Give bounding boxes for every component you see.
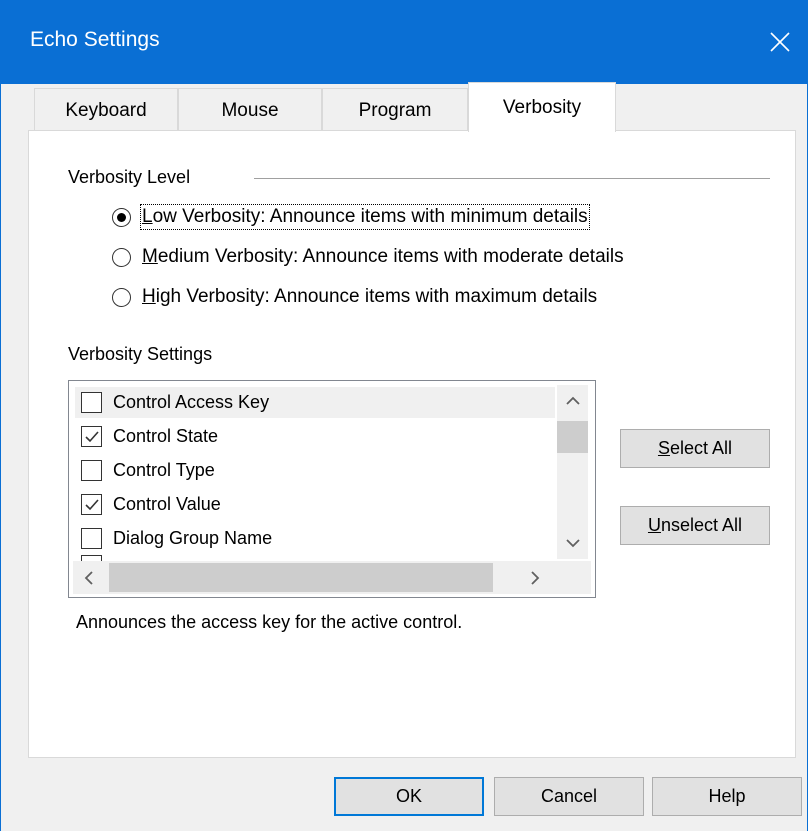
tab-program[interactable]: Program xyxy=(322,88,468,132)
verbosity-tab-panel xyxy=(28,130,796,758)
tab-keyboard[interactable]: Keyboard xyxy=(34,88,178,132)
tab-mouse[interactable]: Mouse xyxy=(178,88,322,132)
window-title: Echo Settings xyxy=(30,28,160,51)
close-button[interactable] xyxy=(752,18,808,66)
close-icon xyxy=(769,31,791,53)
title-bar: Echo Settings xyxy=(0,0,808,84)
tab-verbosity[interactable]: Verbosity xyxy=(468,82,616,132)
